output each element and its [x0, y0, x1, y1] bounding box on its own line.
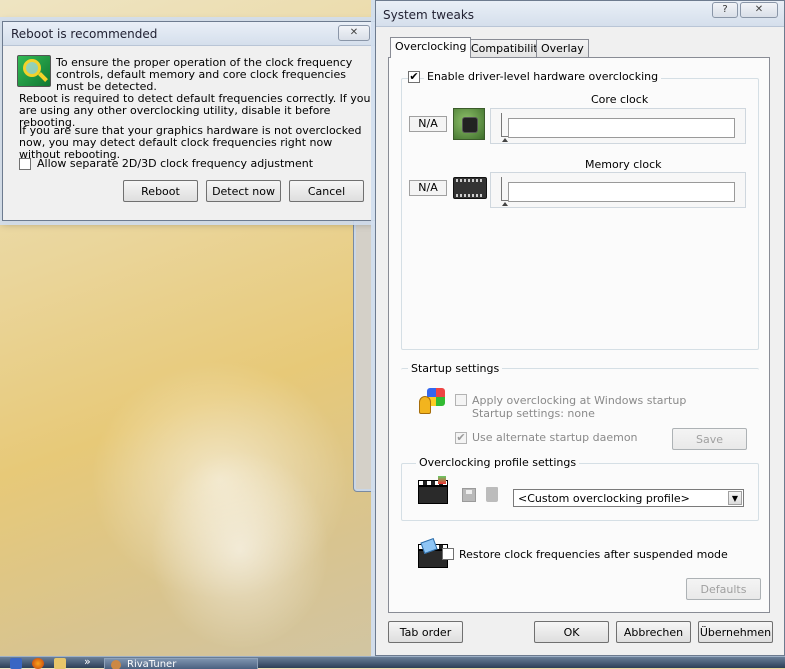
- save-profile-icon[interactable]: [462, 488, 476, 502]
- alternate-daemon-checkbox[interactable]: ✔: [455, 432, 467, 444]
- core-clock-label: Core clock: [591, 93, 649, 106]
- detect-now-button[interactable]: Detect now: [206, 180, 281, 202]
- system-tweaks-titlebar[interactable]: System tweaks ? ✕: [376, 1, 784, 27]
- profile-select-value: <Custom overclocking profile>: [518, 492, 690, 505]
- memory-clock-slider-tick: [502, 202, 508, 206]
- help-icon[interactable]: ?: [712, 2, 738, 18]
- profile-settings-label: Overclocking profile settings: [416, 456, 580, 469]
- core-clock-slider-track[interactable]: [508, 118, 735, 138]
- delete-profile-icon[interactable]: [486, 487, 498, 502]
- restore-after-suspend-label: Restore clock frequencies after suspende…: [459, 548, 728, 561]
- reboot-button[interactable]: Reboot: [123, 180, 198, 202]
- restore-after-suspend-checkbox[interactable]: [442, 548, 454, 560]
- profile-clapper-icon: [418, 476, 448, 504]
- tab-order-button[interactable]: Tab order: [388, 621, 463, 643]
- system-tweaks-window: System tweaks ? ✕ Overclocking Compatibi…: [375, 0, 785, 656]
- reboot-intro-text: To ensure the proper operation of the cl…: [56, 56, 353, 93]
- separate-2d3d-checkbox[interactable]: [19, 158, 31, 170]
- memory-clock-label: Memory clock: [585, 158, 662, 171]
- taskbar-item-rivatuner[interactable]: RivaTuner: [104, 658, 258, 669]
- startup-settings-status: Startup settings: none: [472, 407, 595, 420]
- explorer-icon[interactable]: [54, 658, 66, 669]
- profile-select[interactable]: <Custom overclocking profile> ▼: [513, 489, 744, 507]
- ok-button[interactable]: OK: [534, 621, 609, 643]
- enable-overclocking-label: Enable driver-level hardware overclockin…: [424, 70, 662, 83]
- taskbar-overflow-icon[interactable]: »: [84, 655, 91, 668]
- overclocking-panel: ✔ Enable driver-level hardware overclock…: [388, 57, 770, 613]
- memory-clock-slider-thumb[interactable]: [501, 177, 508, 201]
- reboot-dialog-body: To ensure the proper operation of the cl…: [3, 47, 376, 220]
- apply-at-startup-checkbox[interactable]: [455, 394, 467, 406]
- reboot-para2-text: If you are sure that your graphics hardw…: [19, 124, 362, 161]
- memory-clock-slider-track[interactable]: [508, 182, 735, 202]
- taskbar: » RivaTuner: [0, 655, 785, 669]
- apply-at-startup-label: Apply overclocking at Windows startup: [472, 394, 687, 407]
- cancel-button[interactable]: Abbrechen: [616, 621, 691, 643]
- startup-settings-label: Startup settings: [408, 362, 503, 375]
- tab-overlay[interactable]: Overlay: [536, 39, 589, 57]
- tab-overclocking[interactable]: Overclocking: [390, 37, 472, 58]
- magnifier-icon: [17, 55, 51, 87]
- windows-startup-icon: [417, 388, 445, 416]
- close-icon[interactable]: ✕: [740, 2, 778, 18]
- enable-overclocking-checkbox[interactable]: ✔: [408, 71, 420, 83]
- desktop-icon[interactable]: [10, 658, 22, 669]
- memory-clock-value: N/A: [409, 180, 447, 196]
- system-tweaks-title: System tweaks: [383, 8, 475, 22]
- reboot-dialog-title: Reboot is recommended: [11, 27, 158, 41]
- chevron-down-icon[interactable]: ▼: [728, 491, 742, 505]
- defaults-button[interactable]: Defaults: [686, 578, 761, 600]
- memory-clock-slider[interactable]: [490, 172, 746, 208]
- core-clock-slider-thumb[interactable]: [501, 113, 508, 137]
- wallpaper-cloud: [150, 450, 330, 650]
- core-clock-value: N/A: [409, 116, 447, 132]
- close-icon[interactable]: ✕: [338, 25, 370, 41]
- alternate-daemon-label: Use alternate startup daemon: [472, 431, 638, 444]
- reboot-dialog-titlebar[interactable]: Reboot is recommended ✕: [3, 22, 376, 46]
- gpu-chip-icon: [453, 108, 485, 140]
- cancel-button[interactable]: Cancel: [289, 180, 364, 202]
- save-button[interactable]: Save: [672, 428, 747, 450]
- memory-chip-icon: [453, 177, 487, 199]
- firefox-icon[interactable]: [32, 658, 44, 669]
- reboot-dialog: Reboot is recommended ✕ To ensure the pr…: [2, 21, 377, 221]
- separate-2d3d-label: Allow separate 2D/3D clock frequency adj…: [37, 157, 314, 170]
- core-clock-slider[interactable]: [490, 108, 746, 144]
- apply-button[interactable]: Übernehmen: [698, 621, 773, 643]
- core-clock-slider-tick: [502, 138, 508, 142]
